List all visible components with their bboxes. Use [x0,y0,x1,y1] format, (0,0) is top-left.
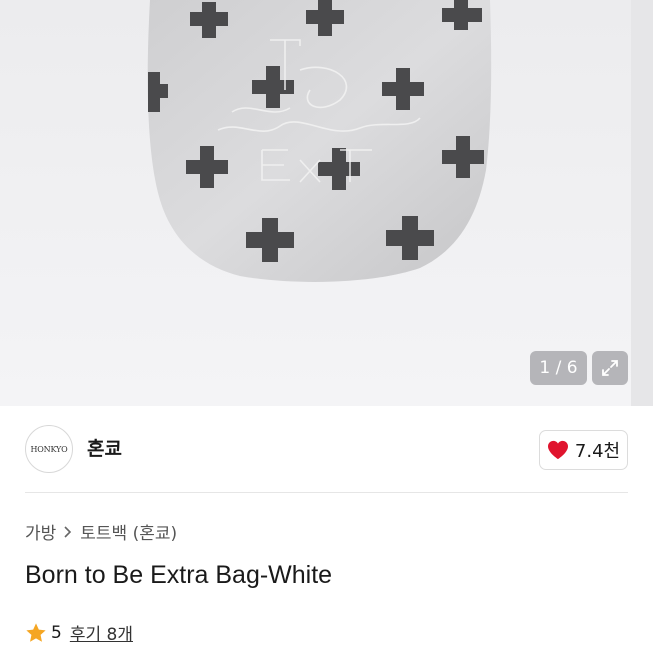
product-title: Born to Be Extra Bag-White [25,561,333,589]
seller-avatar[interactable]: HONKYO [25,425,73,473]
reviews-link[interactable]: 후기 8개 [70,620,133,645]
seller-avatar-logo: HONKYO [30,444,68,454]
image-counter: 1 / 6 [530,351,587,385]
expand-arrows-icon [602,360,618,376]
rating-value: 5 [51,622,62,643]
rating-summary: 5 후기 8개 [25,620,133,645]
expand-image-button[interactable] [592,351,628,385]
breadcrumb: 가방 토트백 (혼쿄) [25,519,177,544]
product-image [0,0,653,406]
heart-icon [547,440,568,460]
seller-row[interactable]: HONKYO 혼쿄 7.4천 [0,406,653,492]
section-divider [25,492,628,493]
chevron-right-icon [64,525,72,538]
like-count: 7.4천 [574,441,621,462]
star-icon [26,622,46,642]
product-image-gallery[interactable]: 1 / 6 [0,0,653,406]
like-button[interactable]: 7.4천 [539,430,628,470]
breadcrumb-item-bags[interactable]: 가방 [25,519,56,544]
seller-name[interactable]: 혼쿄 [87,434,122,461]
breadcrumb-item-tote[interactable]: 토트백 (혼쿄) [80,519,177,544]
